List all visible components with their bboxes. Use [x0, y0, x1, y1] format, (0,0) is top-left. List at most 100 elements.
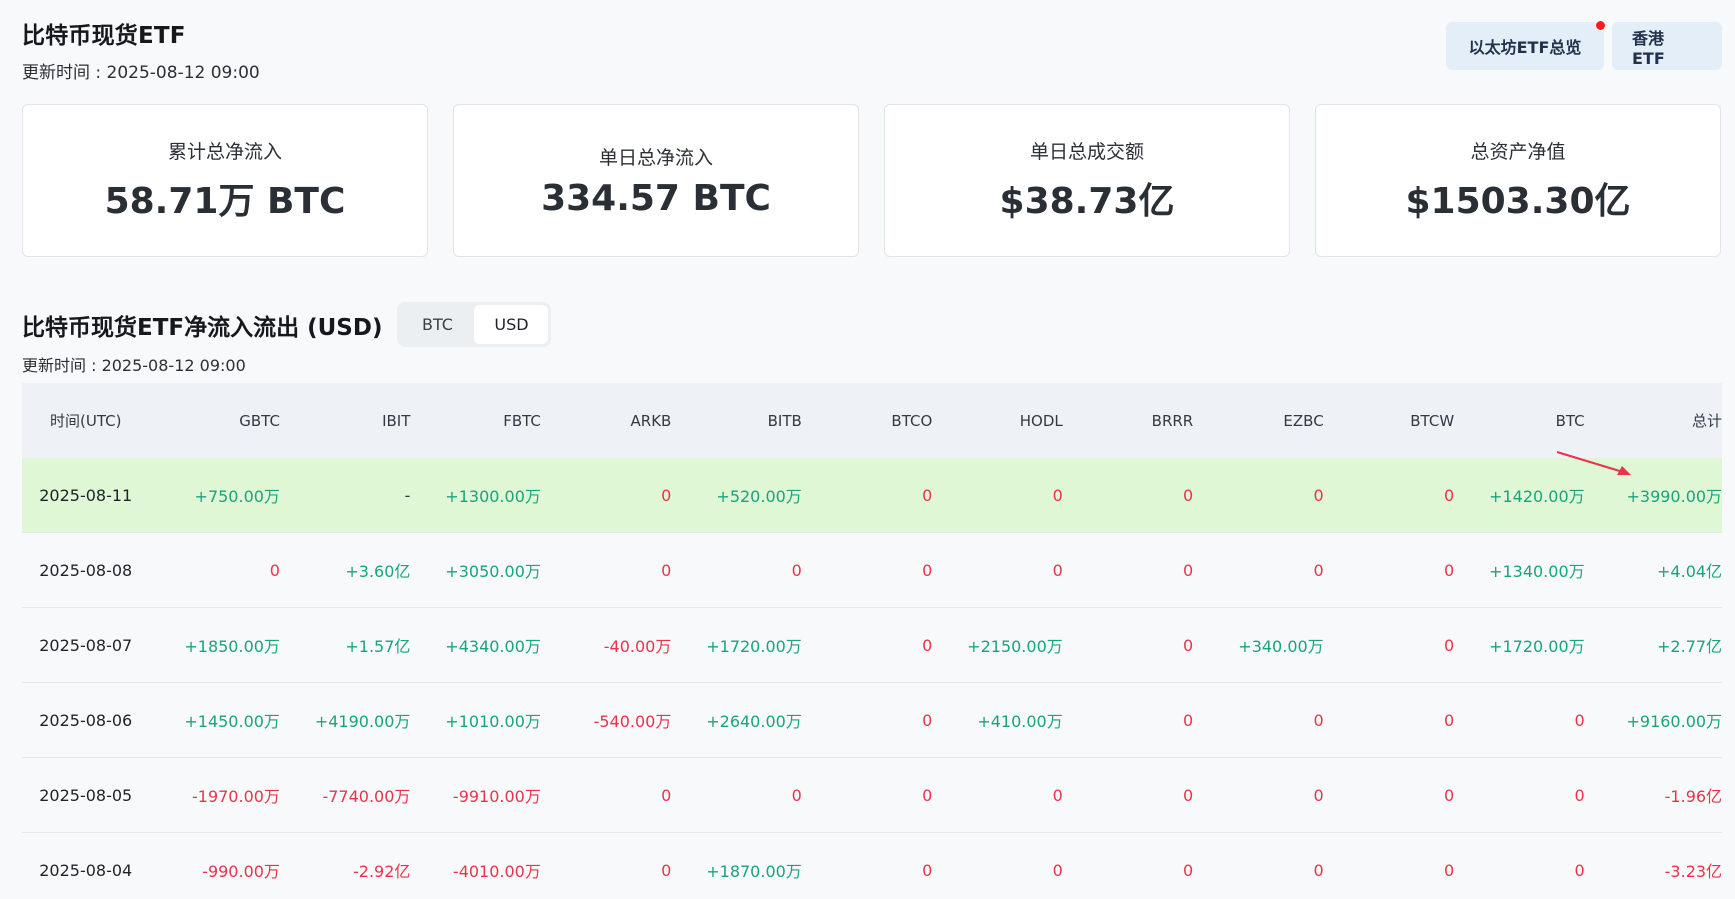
- flow-cell: 0: [1052, 485, 1063, 505]
- row-date: 2025-08-04: [39, 860, 133, 880]
- flow-cell: 0: [1574, 710, 1585, 730]
- toggle-btc[interactable]: BTC: [400, 305, 474, 344]
- flow-cell: +1870.00万: [706, 862, 802, 881]
- flow-cell: 0: [1183, 635, 1194, 655]
- flow-cell: -1.96亿: [1664, 787, 1723, 806]
- flow-cell: 0: [1183, 560, 1194, 580]
- flow-cell: +9160.00万: [1626, 712, 1723, 731]
- page-title: 比特币现货ETF: [22, 23, 186, 49]
- header-gbtc: GBTC: [239, 411, 280, 430]
- section-title: 比特币现货ETF净流入流出 (USD): [22, 314, 383, 341]
- flow-cell: +1720.00万: [706, 637, 802, 656]
- header-fbtc: FBTC: [503, 411, 541, 430]
- eth-etf-overview-label: 以太坊ETF总览: [1468, 38, 1582, 57]
- flow-section-header: 比特币现货ETF净流入流出 (USD) BTC USD: [22, 302, 552, 347]
- hk-etf-button[interactable]: 香港 ETF: [1612, 22, 1722, 70]
- stat-card-daily-inflow: 单日总净流入 334.57 BTC: [453, 104, 859, 257]
- flow-cell: 0: [922, 485, 933, 505]
- flow-cell: 0: [1313, 560, 1324, 580]
- flow-cell: 0: [1443, 485, 1455, 505]
- flow-cell: +2.77亿: [1657, 637, 1723, 656]
- flow-cell: 0: [922, 635, 933, 655]
- flow-cell: +2150.00万: [967, 637, 1063, 656]
- page-header: 比特币现货ETF 更新时间 : 2025-08-12 09:00: [22, 16, 260, 83]
- flow-cell: -4010.00万: [452, 862, 541, 881]
- flow-cell: 0: [922, 710, 933, 730]
- flow-cell: -7740.00万: [322, 787, 411, 806]
- flow-cell: 0: [791, 560, 802, 580]
- stat-label: 单日总净流入: [598, 146, 713, 169]
- flow-cell: +1420.00万: [1489, 487, 1585, 506]
- top-nav-buttons: 以太坊ETF总览 香港 ETF: [1446, 20, 1722, 70]
- stat-card-cumulative-inflow: 累计总净流入 58.71万 BTC: [22, 104, 428, 257]
- flow-cell: 0: [1443, 710, 1455, 730]
- table-row: 2025-08-11 +750.00万 - +1300.00万 0 +520.00万 0 0 0…: [22, 458, 1722, 533]
- flow-cell: 0: [661, 860, 672, 880]
- stat-card-net-assets: 总资产净值 $1503.30亿: [1315, 104, 1721, 257]
- stat-label: 累计总净流入: [167, 141, 282, 163]
- flow-cell: -40.00万: [603, 637, 672, 656]
- flow-cell: +1010.00万: [445, 712, 541, 731]
- flow-cell: 0: [1574, 860, 1585, 880]
- flow-cell: -1970.00万: [191, 787, 280, 806]
- flow-cell: 0: [1313, 785, 1324, 805]
- flow-cell: -2.92亿: [353, 862, 411, 881]
- row-date: 2025-08-08: [39, 560, 133, 580]
- flow-cell: 0: [1052, 860, 1063, 880]
- stat-value: 58.71万 BTC: [104, 181, 346, 222]
- flow-cell: -990.00万: [202, 862, 280, 881]
- flow-cell: +750.00万: [194, 487, 280, 506]
- page-updated-time: 更新时间 : 2025-08-12 09:00: [22, 63, 260, 83]
- header-arkb: ARKB: [630, 411, 672, 430]
- flow-cell: +1720.00万: [1489, 637, 1585, 656]
- flow-cell: 0: [1313, 485, 1324, 505]
- flow-cell: 0: [1183, 860, 1194, 880]
- flow-cell: 0: [1443, 785, 1455, 805]
- row-date: 2025-08-07: [39, 635, 133, 655]
- flow-cell: +3050.00万: [445, 562, 541, 581]
- flow-cell: +1340.00万: [1489, 562, 1585, 581]
- stat-value: $1503.30亿: [1405, 181, 1631, 222]
- red-arrow-annotation: [1556, 451, 1631, 475]
- header-btcw: BTCW: [1410, 411, 1455, 430]
- table-body: 2025-08-11 +750.00万 - +1300.00万 0 +520.00万 0 0 0…: [22, 458, 1722, 899]
- header-brrr: BRRR: [1151, 411, 1194, 430]
- flow-cell: 0: [1052, 785, 1063, 805]
- flow-cell: 0: [1443, 560, 1455, 580]
- header-btco: BTCO: [891, 411, 933, 430]
- flow-cell: 0: [1443, 635, 1455, 655]
- stat-label: 总资产净值: [1470, 141, 1566, 163]
- row-date: 2025-08-05: [39, 785, 133, 805]
- flow-cell: 0: [1183, 785, 1194, 805]
- flow-cell: 0: [1313, 860, 1324, 880]
- flow-cell: 0: [922, 860, 933, 880]
- flow-cell: +3.60亿: [345, 562, 411, 581]
- flow-cell: +340.00万: [1238, 637, 1324, 656]
- stat-value: $38.73亿: [999, 181, 1175, 222]
- table-row: 2025-08-04 -990.00万 -2.92亿 -4010.00万 0 +1870.…: [22, 833, 1722, 899]
- flow-cell: 0: [269, 560, 280, 580]
- notification-dot: [1595, 20, 1606, 31]
- flow-cell: 0: [1313, 710, 1324, 730]
- flow-cell: +1850.00万: [184, 637, 280, 656]
- flow-cell: +1.57亿: [345, 637, 411, 656]
- flow-cell: -540.00万: [593, 712, 672, 731]
- eth-etf-overview-button[interactable]: 以太坊ETF总览: [1446, 20, 1606, 70]
- stat-label: 单日总成交额: [1029, 141, 1144, 163]
- flow-cell: +1450.00万: [184, 712, 280, 731]
- unit-toggle: BTC USD: [397, 302, 552, 347]
- flow-cell: +3990.00万: [1626, 487, 1723, 506]
- row-date: 2025-08-06: [39, 710, 133, 730]
- flow-cell: 0: [1443, 860, 1455, 880]
- flow-cell: +410.00万: [977, 712, 1063, 731]
- flow-cell: 0: [922, 560, 933, 580]
- table-header-row: 时间(UTC) GBTC IBIT FBTC ARKB BITB BTCO HO…: [22, 383, 1722, 458]
- table-row: 2025-08-08 0 +3.60亿 +3050.00万 0 0 0 0 0 0 0 +1340.0…: [22, 533, 1722, 608]
- flow-cell: 0: [1052, 560, 1063, 580]
- toggle-usd[interactable]: USD: [474, 305, 549, 344]
- flow-cell: -3.23亿: [1664, 862, 1723, 881]
- flow-cell: +4190.00万: [314, 712, 411, 731]
- stat-value: 334.57 BTC: [541, 177, 771, 219]
- table-row: 2025-08-07 +1850.00万 +1.57亿 +4340.00万 -40.00…: [22, 608, 1722, 683]
- flow-cell: 0: [661, 785, 672, 805]
